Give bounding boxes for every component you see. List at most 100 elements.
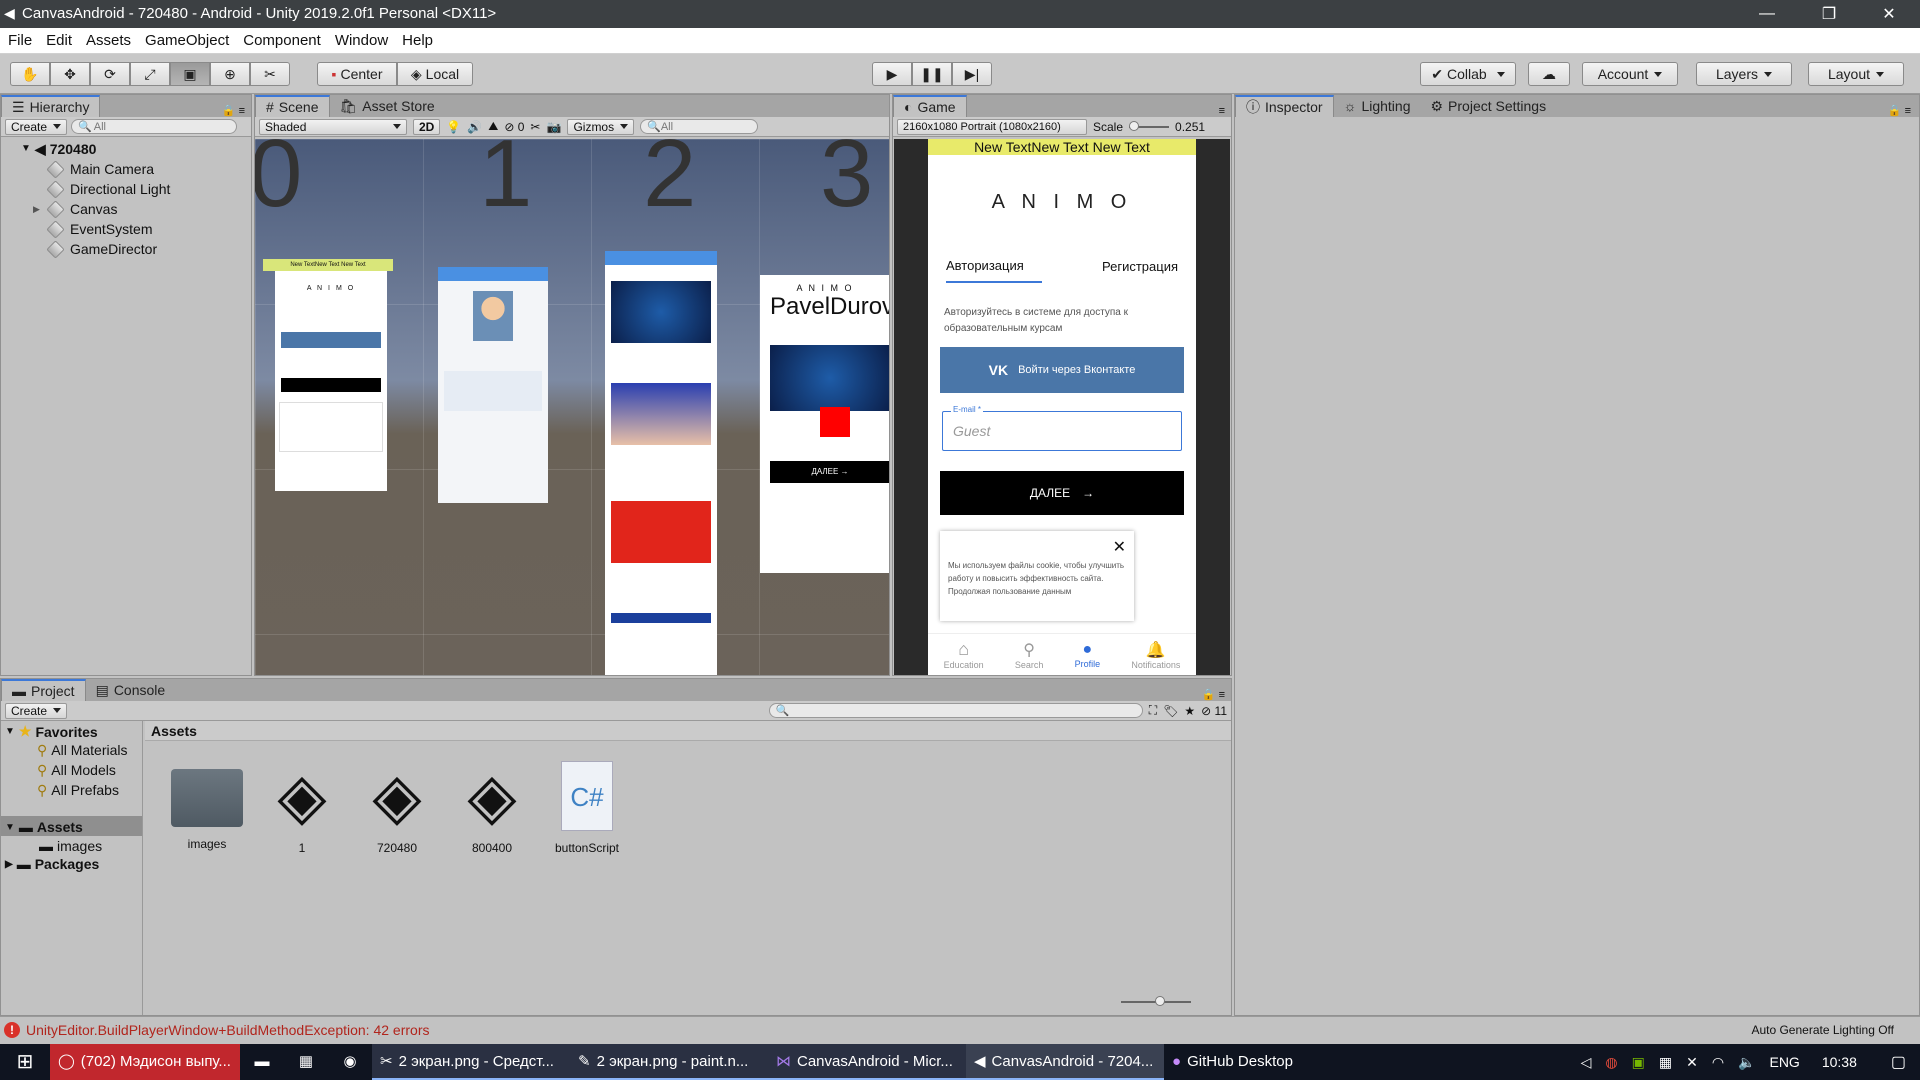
- game-viewport[interactable]: New TextNew Text New Text A N I M O Авто…: [894, 139, 1230, 675]
- hidden-packages-icon[interactable]: ⊘ 11: [1201, 704, 1227, 718]
- create-dropdown[interactable]: Create: [5, 118, 68, 135]
- lighting-toggle-icon[interactable]: 💡: [446, 120, 461, 134]
- next-button[interactable]: ДАЛЕЕ →: [940, 471, 1184, 515]
- menu-file[interactable]: File: [1, 28, 39, 54]
- scene-search[interactable]: 🔍 All: [640, 119, 759, 134]
- menu-component[interactable]: Component: [236, 28, 328, 54]
- nav-notifications[interactable]: 🔔 Notifications: [1131, 640, 1180, 670]
- project-search[interactable]: 🔍: [768, 703, 1143, 718]
- custom-tool-icon[interactable]: ✂: [250, 62, 290, 86]
- effects-toggle-icon[interactable]: ⛰: [488, 119, 498, 134]
- windows-start-icon[interactable]: ⊞: [0, 1044, 50, 1080]
- hierarchy-item[interactable]: ▶ Canvas: [25, 199, 251, 219]
- collapse-arrow-icon[interactable]: ▶: [5, 859, 13, 870]
- tools-icon[interactable]: ✂: [530, 120, 540, 134]
- tray-icon-2[interactable]: ◍: [1605, 1054, 1617, 1071]
- tab-project-settings[interactable]: ⚙ Project Settings: [1420, 95, 1556, 117]
- hierarchy-item[interactable]: GameDirector: [25, 239, 251, 259]
- favorites-node[interactable]: ▼ ★ Favorites: [1, 721, 142, 740]
- tab-hierarchy[interactable]: ☰ Hierarchy: [1, 95, 101, 117]
- taskbar-item-2[interactable]: ✎ 2 экран.png - paint.n...: [570, 1044, 768, 1080]
- audio-toggle-icon[interactable]: 🔊: [467, 120, 482, 134]
- play-button[interactable]: ▶: [872, 62, 912, 86]
- menu-help[interactable]: Help: [395, 28, 440, 54]
- volume-icon[interactable]: 🔈: [1738, 1054, 1755, 1071]
- 2d-toggle[interactable]: 2D: [413, 118, 441, 135]
- filter-label-icon[interactable]: 🏷: [1163, 704, 1178, 718]
- nav-profile[interactable]: ● Profile: [1075, 641, 1101, 669]
- asset-item[interactable]: ◈ 1: [262, 761, 342, 855]
- scene-viewport[interactable]: 0 1 2 3 New TextNew Text New Text A N I …: [255, 139, 889, 675]
- hierarchy-item[interactable]: EventSystem: [25, 219, 251, 239]
- transform-tool-icon[interactable]: ⊕: [210, 62, 250, 86]
- move-tool-icon[interactable]: ✥: [50, 62, 90, 86]
- taskbar-item-4[interactable]: ◀ CanvasAndroid - 7204...: [966, 1044, 1164, 1080]
- nav-search[interactable]: ⚲ Search: [1015, 640, 1044, 670]
- hand-tool-icon[interactable]: ✋: [10, 62, 50, 86]
- tab-console[interactable]: ▤ Console: [86, 679, 176, 701]
- close-icon[interactable]: ✕: [1113, 537, 1126, 557]
- taskbar-item-0[interactable]: ◯ (702) Мэдисон выпу...: [50, 1044, 240, 1080]
- asset-item[interactable]: images: [167, 761, 247, 851]
- account-dropdown[interactable]: Account: [1582, 62, 1678, 86]
- images-folder-node[interactable]: ▬ images: [1, 836, 142, 854]
- layers-dropdown[interactable]: Layers: [1696, 62, 1792, 86]
- favorite-star-icon[interactable]: ★: [1184, 704, 1195, 718]
- pivot-center-button[interactable]: ▪ Center: [317, 62, 397, 86]
- tab-register[interactable]: Регистрация: [1102, 259, 1178, 282]
- language-indicator[interactable]: ENG: [1769, 1054, 1799, 1070]
- menu-edit[interactable]: Edit: [39, 28, 79, 54]
- cloud-button[interactable]: ☁: [1528, 62, 1570, 86]
- wifi-icon[interactable]: ◠: [1712, 1054, 1724, 1071]
- scale-slider[interactable]: [1129, 120, 1170, 131]
- rect-tool-icon[interactable]: ▣: [170, 62, 210, 86]
- tray-icon-4[interactable]: ✕: [1686, 1054, 1698, 1071]
- tab-inspector[interactable]: ⓘ Inspector: [1235, 95, 1334, 117]
- tray-icon-1[interactable]: ◁: [1581, 1054, 1592, 1071]
- panel-menu-icon[interactable]: 🔒 ≡: [1888, 104, 1919, 117]
- rotate-tool-icon[interactable]: ⟳: [90, 62, 130, 86]
- status-error[interactable]: UnityEditor.BuildPlayerWindow+BuildMetho…: [26, 1022, 429, 1038]
- asset-item[interactable]: C# buttonScript: [547, 761, 627, 855]
- app-icon[interactable]: ▦: [284, 1044, 328, 1080]
- hierarchy-item[interactable]: Directional Light: [25, 179, 251, 199]
- create-dropdown[interactable]: Create: [5, 702, 68, 719]
- expand-arrow-icon[interactable]: ▼: [5, 822, 15, 833]
- notifications-icon[interactable]: ▢: [1891, 1052, 1906, 1072]
- tray-icon-3[interactable]: ▦: [1659, 1054, 1672, 1071]
- expand-arrow-icon[interactable]: ▼: [5, 726, 15, 737]
- maximize-button[interactable]: ❐: [1806, 0, 1852, 28]
- hierarchy-search[interactable]: 🔍 All: [71, 119, 238, 134]
- firefox-icon[interactable]: ◉: [328, 1044, 372, 1080]
- tab-asset-store[interactable]: 🛍 Asset Store: [330, 95, 445, 117]
- hidden-objects-icon[interactable]: ⊘ 0: [504, 120, 524, 134]
- tab-scene[interactable]: # Scene: [255, 95, 330, 117]
- favorite-item[interactable]: ⚲ All Materials: [37, 740, 142, 760]
- taskbar-item-5[interactable]: ● GitHub Desktop: [1164, 1044, 1324, 1080]
- filter-type-icon[interactable]: ⛶: [1149, 703, 1157, 718]
- nvidia-icon[interactable]: ▣: [1632, 1054, 1645, 1071]
- layout-dropdown[interactable]: Layout: [1808, 62, 1904, 86]
- taskbar-item-1[interactable]: ✂ 2 экран.png - Средст...: [372, 1044, 570, 1080]
- step-button[interactable]: ▶|: [952, 62, 992, 86]
- menu-assets[interactable]: Assets: [79, 28, 138, 54]
- resolution-dropdown[interactable]: 2160x1080 Portrait (1080x2160): [897, 118, 1087, 135]
- packages-node[interactable]: ▶ ▬ Packages: [1, 854, 142, 872]
- nav-education[interactable]: ⌂ Education: [944, 639, 984, 670]
- email-field[interactable]: E-mail * Guest: [942, 405, 1182, 451]
- tab-auth[interactable]: Авторизация: [946, 258, 1042, 283]
- tab-game[interactable]: ◐ Game: [893, 95, 967, 117]
- tab-project[interactable]: ▬ Project: [1, 679, 86, 701]
- hierarchy-item[interactable]: Main Camera: [25, 159, 251, 179]
- pause-button[interactable]: ❚❚: [912, 62, 952, 86]
- gizmos-dropdown[interactable]: Gizmos: [567, 118, 635, 135]
- asset-item[interactable]: ◈ 720480: [357, 761, 437, 855]
- shading-dropdown[interactable]: Shaded: [259, 118, 407, 135]
- close-button[interactable]: ✕: [1866, 0, 1912, 28]
- vk-login-button[interactable]: VK Войти через Вконтакте: [940, 347, 1184, 393]
- clock[interactable]: 10:38: [1822, 1054, 1857, 1070]
- collab-dropdown[interactable]: ✔ Collab: [1420, 62, 1516, 86]
- expand-arrow-icon[interactable]: ▶: [33, 199, 40, 219]
- panel-menu-icon[interactable]: 🔒 ≡: [222, 104, 251, 117]
- expand-arrow-icon[interactable]: ▼: [21, 139, 31, 159]
